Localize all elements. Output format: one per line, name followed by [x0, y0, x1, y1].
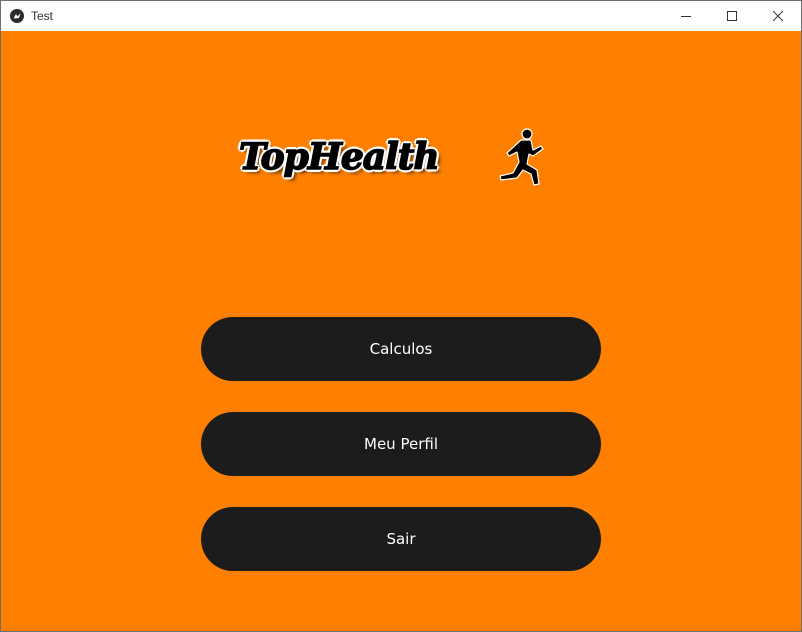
kivy-icon [9, 8, 25, 24]
runner-icon [499, 128, 544, 186]
title-bar[interactable]: Test [1, 1, 801, 31]
meu-perfil-button[interactable]: Meu Perfil [201, 412, 601, 476]
sair-button[interactable]: Sair [201, 507, 601, 571]
minimize-button[interactable] [663, 1, 709, 31]
maximize-icon [727, 11, 737, 21]
close-button[interactable] [755, 1, 801, 31]
app-window: Test TopHealth Calculos Meu Perfil Sair [0, 0, 802, 632]
maximize-button[interactable] [709, 1, 755, 31]
window-title: Test [31, 9, 54, 23]
minimize-icon [681, 16, 691, 17]
tophealth-logo: TopHealth [237, 128, 553, 194]
window-controls [663, 1, 801, 31]
logo-text: TopHealth [238, 135, 440, 179]
main-content: TopHealth Calculos Meu Perfil Sair [1, 31, 801, 631]
calculos-button[interactable]: Calculos [201, 317, 601, 381]
close-icon [773, 11, 783, 21]
